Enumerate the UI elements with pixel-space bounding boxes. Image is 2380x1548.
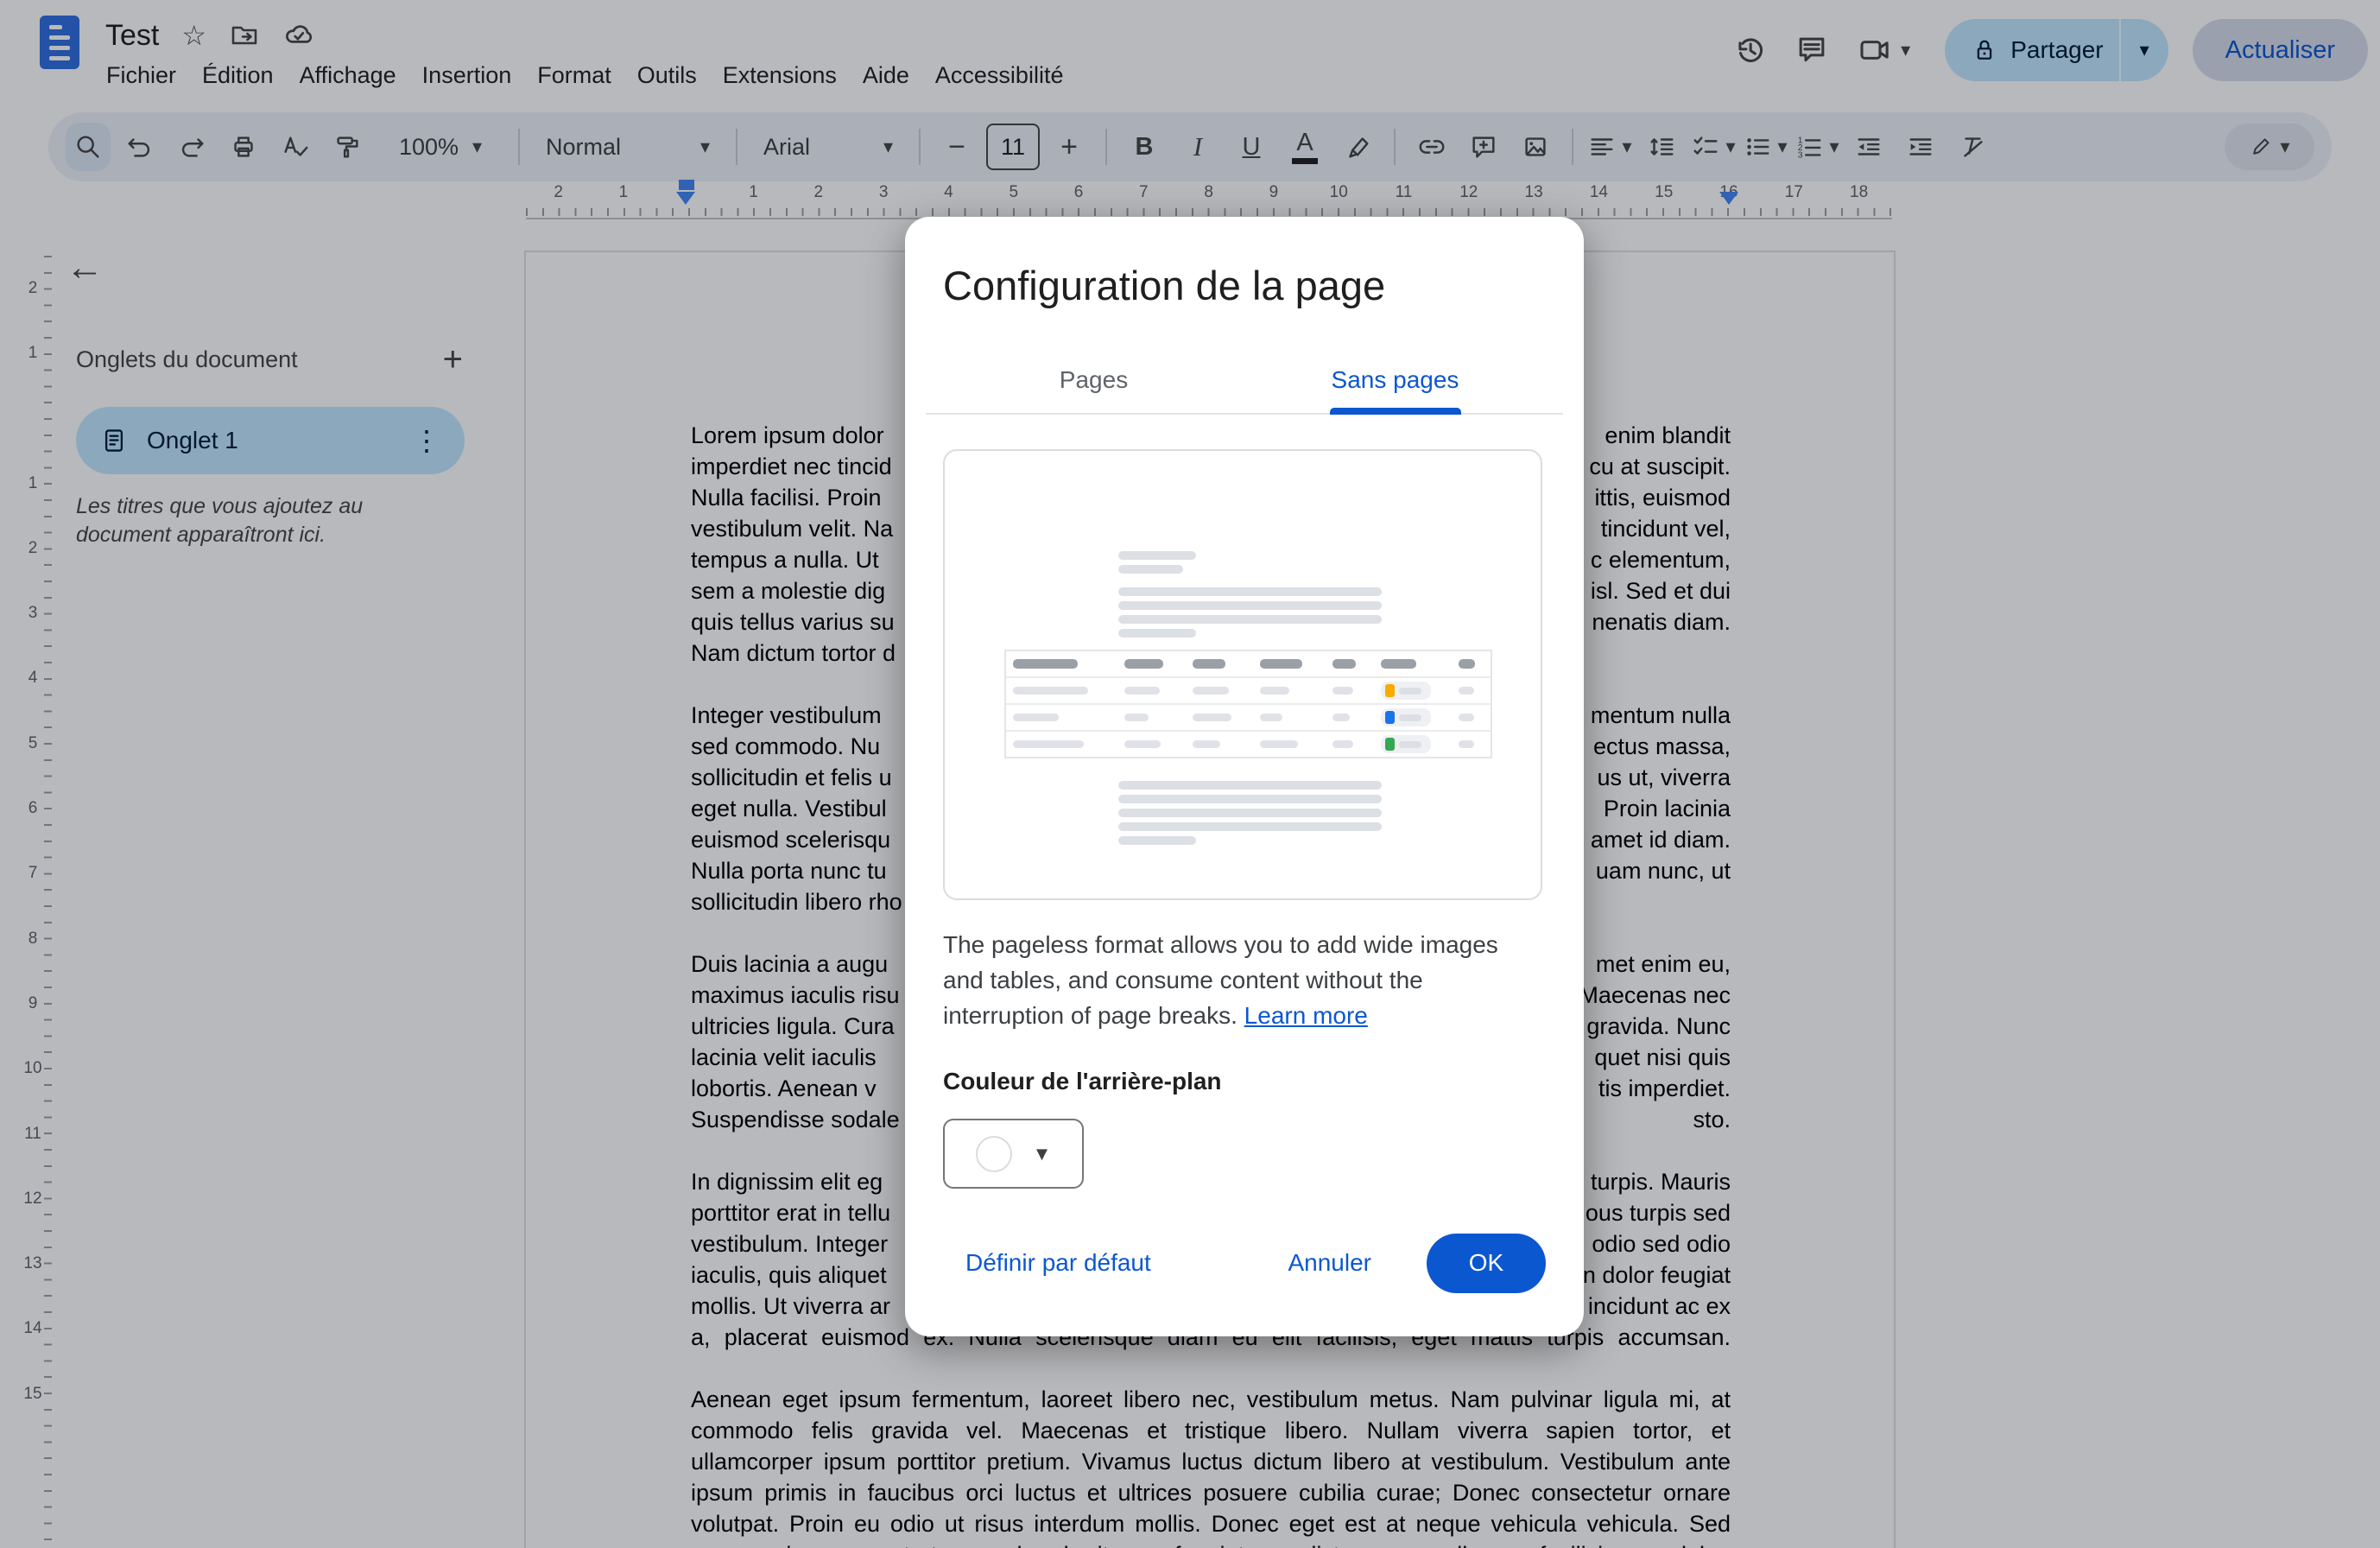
dialog-title: Configuration de la page — [943, 262, 1385, 309]
pageless-illustration — [943, 449, 1542, 900]
active-tab-indicator — [1330, 408, 1461, 415]
color-swatch-white — [976, 1136, 1012, 1172]
google-docs-app: Test ☆ FichierÉditionAffichageInsertionF… — [0, 0, 2380, 1548]
dialog-buttons: Définir par défaut Annuler OK — [943, 1233, 1546, 1293]
set-default-button[interactable]: Définir par défaut — [943, 1249, 1168, 1277]
illustration-text-top — [1118, 551, 1382, 638]
learn-more-link[interactable]: Learn more — [1244, 1002, 1368, 1029]
status-chip — [1385, 711, 1395, 724]
cancel-button[interactable]: Annuler — [1270, 1249, 1389, 1277]
tab-pages-label: Pages — [1060, 366, 1128, 394]
description-text: The pageless format allows you to add wi… — [943, 931, 1498, 1029]
page-setup-dialog: Configuration de la page Pages Sans page… — [905, 217, 1584, 1336]
ok-button[interactable]: OK — [1427, 1234, 1546, 1293]
background-color-label: Couleur de l'arrière-plan — [943, 1068, 1222, 1095]
status-chip — [1385, 684, 1395, 697]
background-color-dropdown[interactable]: ▼ — [943, 1119, 1084, 1189]
illustration-table — [1004, 650, 1492, 758]
status-chip — [1385, 738, 1395, 751]
illustration-text-bottom — [1118, 781, 1382, 845]
tab-pages[interactable]: Pages — [943, 346, 1244, 414]
tab-pageless[interactable]: Sans pages — [1244, 346, 1546, 414]
tab-pageless-label: Sans pages — [1332, 366, 1459, 394]
chevron-down-icon: ▼ — [1033, 1143, 1052, 1165]
tab-divider — [926, 413, 1563, 415]
pageless-description: The pageless format allows you to add wi… — [943, 927, 1523, 1033]
dialog-tabs: Pages Sans pages — [943, 346, 1546, 414]
